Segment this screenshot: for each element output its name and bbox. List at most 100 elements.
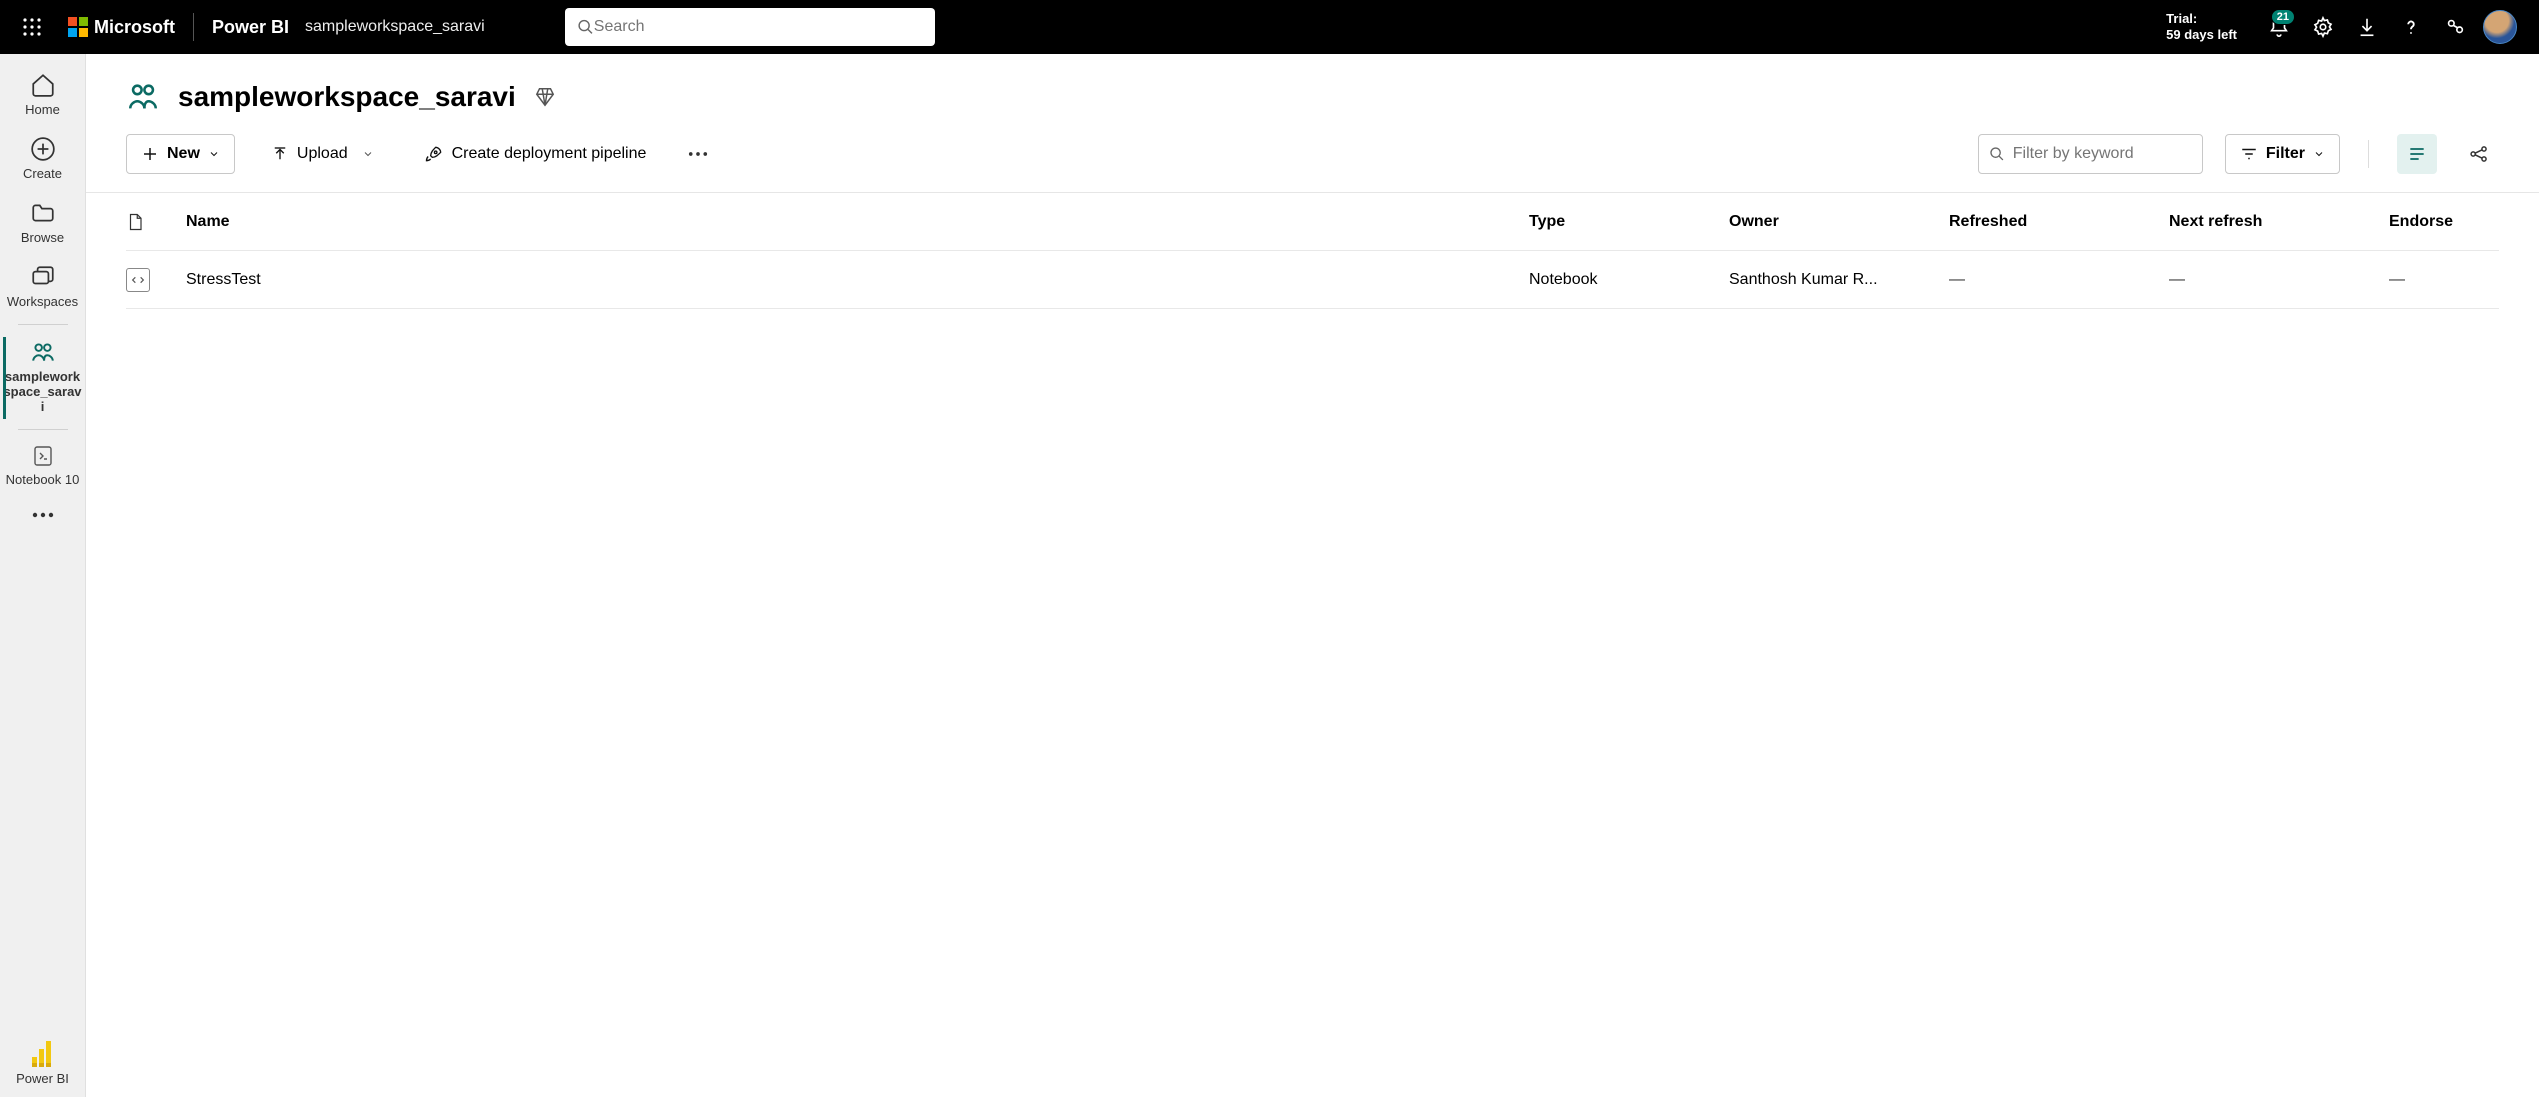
column-header-name[interactable]: Name: [186, 213, 1529, 231]
product-name[interactable]: Power BI: [212, 17, 289, 38]
nav-create[interactable]: Create: [3, 128, 83, 192]
grid-row[interactable]: StressTest Notebook Santhosh Kumar R... …: [126, 251, 2499, 309]
feedback-icon: [2444, 16, 2466, 38]
nav-power-bi-label: Power BI: [16, 1072, 69, 1087]
upload-button-label: Upload: [297, 145, 348, 163]
column-header-type[interactable]: Type: [1529, 213, 1729, 231]
nav-browse[interactable]: Browse: [3, 192, 83, 256]
nav-power-bi[interactable]: Power BI: [3, 1033, 83, 1097]
nav-browse-label: Browse: [21, 231, 64, 246]
nav-home[interactable]: Home: [3, 64, 83, 128]
power-bi-icon: [32, 1041, 54, 1067]
file-icon: [126, 212, 144, 232]
help-button[interactable]: [2389, 5, 2433, 49]
filter-icon: [2240, 145, 2258, 163]
nav-workspaces-label: Workspaces: [7, 295, 78, 310]
home-icon: [30, 72, 56, 98]
gear-icon: [2312, 16, 2334, 38]
grid-header-row: Name Type Owner Refreshed Next refresh E…: [126, 193, 2499, 251]
microsoft-logo-icon: [68, 17, 88, 37]
help-icon: [2400, 16, 2422, 38]
trial-days: 59 days left: [2166, 27, 2237, 43]
chevron-down-icon: [362, 148, 374, 160]
nav-create-label: Create: [23, 167, 62, 182]
column-header-owner[interactable]: Owner: [1729, 213, 1949, 231]
row-refreshed: —: [1949, 271, 2169, 289]
people-icon: [30, 339, 56, 365]
user-avatar[interactable]: [2483, 10, 2517, 44]
row-endorse: —: [2389, 271, 2499, 289]
more-actions-button[interactable]: [682, 134, 714, 174]
chevron-down-icon: [208, 148, 220, 160]
create-pipeline-button[interactable]: Create deployment pipeline: [410, 134, 661, 174]
global-search[interactable]: [565, 8, 935, 46]
plus-circle-icon: [30, 136, 56, 162]
filter-keyword-input[interactable]: [2013, 145, 2192, 163]
global-header: Microsoft Power BI sampleworkspace_sarav…: [0, 0, 2539, 54]
content-grid: Name Type Owner Refreshed Next refresh E…: [86, 193, 2539, 309]
row-type-icon-cell: [126, 268, 186, 292]
column-header-endorse[interactable]: Endorse: [2389, 213, 2499, 231]
nav-home-label: Home: [25, 103, 60, 118]
main-content: sampleworkspace_saravi New Upload Create…: [86, 54, 2539, 1097]
divider: [193, 13, 194, 41]
rail-separator: [18, 429, 68, 430]
microsoft-logo[interactable]: Microsoft: [68, 17, 175, 38]
nav-workspaces[interactable]: Workspaces: [3, 256, 83, 320]
rocket-icon: [424, 144, 444, 164]
notifications-button[interactable]: 21: [2257, 5, 2301, 49]
ellipsis-icon: [688, 151, 708, 157]
column-header-refreshed[interactable]: Refreshed: [1949, 213, 2169, 231]
nav-notebook[interactable]: Notebook 10: [3, 436, 83, 498]
workspace-header: sampleworkspace_saravi: [86, 54, 2539, 128]
lineage-view-button[interactable]: [2459, 134, 2499, 174]
premium-diamond-icon[interactable]: [534, 86, 556, 108]
nav-current-workspace-label: sampleworkspace_saravi: [3, 370, 83, 415]
feedback-button[interactable]: [2433, 5, 2477, 49]
app-launcher-button[interactable]: [8, 3, 56, 51]
workspace-toolbar: New Upload Create deployment pipeline: [86, 128, 2539, 193]
global-search-input[interactable]: [594, 18, 923, 36]
trial-label: Trial:: [2166, 11, 2237, 27]
filter-button[interactable]: Filter: [2225, 134, 2340, 174]
folder-icon: [30, 200, 56, 226]
column-header-next-refresh[interactable]: Next refresh: [2169, 213, 2389, 231]
ellipsis-icon: [32, 512, 54, 518]
toolbar-divider: [2368, 140, 2369, 168]
breadcrumb-workspace[interactable]: sampleworkspace_saravi: [305, 18, 485, 36]
waffle-icon: [23, 18, 41, 36]
nav-notebook-label: Notebook 10: [6, 473, 80, 488]
settings-button[interactable]: [2301, 5, 2345, 49]
new-button-label: New: [167, 145, 200, 163]
rail-separator: [18, 324, 68, 325]
notebook-item-icon: [126, 268, 150, 292]
create-pipeline-label: Create deployment pipeline: [452, 145, 647, 163]
filter-button-label: Filter: [2266, 145, 2305, 163]
list-view-button[interactable]: [2397, 134, 2437, 174]
search-icon: [1989, 145, 2005, 163]
upload-icon: [271, 145, 289, 163]
nav-current-workspace[interactable]: sampleworkspace_saravi: [3, 331, 83, 425]
lineage-icon: [2469, 144, 2489, 164]
chevron-down-icon: [2313, 148, 2325, 160]
new-button[interactable]: New: [126, 134, 235, 174]
nav-more[interactable]: [3, 498, 83, 528]
trial-status[interactable]: Trial: 59 days left: [2166, 11, 2237, 44]
upload-button[interactable]: Upload: [257, 134, 388, 174]
notebook-icon: [31, 444, 55, 468]
row-name[interactable]: StressTest: [186, 271, 1529, 289]
row-type: Notebook: [1529, 271, 1729, 289]
workspace-title: sampleworkspace_saravi: [178, 81, 516, 113]
list-view-icon: [2407, 144, 2427, 164]
row-next-refresh: —: [2169, 271, 2389, 289]
left-nav-rail: Home Create Browse Workspaces samplework…: [0, 54, 86, 1097]
download-icon: [2356, 16, 2378, 38]
column-header-icon[interactable]: [126, 212, 186, 232]
search-icon: [577, 18, 594, 36]
filter-keyword-box[interactable]: [1978, 134, 2203, 174]
row-owner: Santhosh Kumar R...: [1729, 271, 1949, 289]
download-button[interactable]: [2345, 5, 2389, 49]
plus-icon: [141, 145, 159, 163]
code-icon: [130, 272, 146, 288]
workspace-people-icon: [126, 80, 160, 114]
